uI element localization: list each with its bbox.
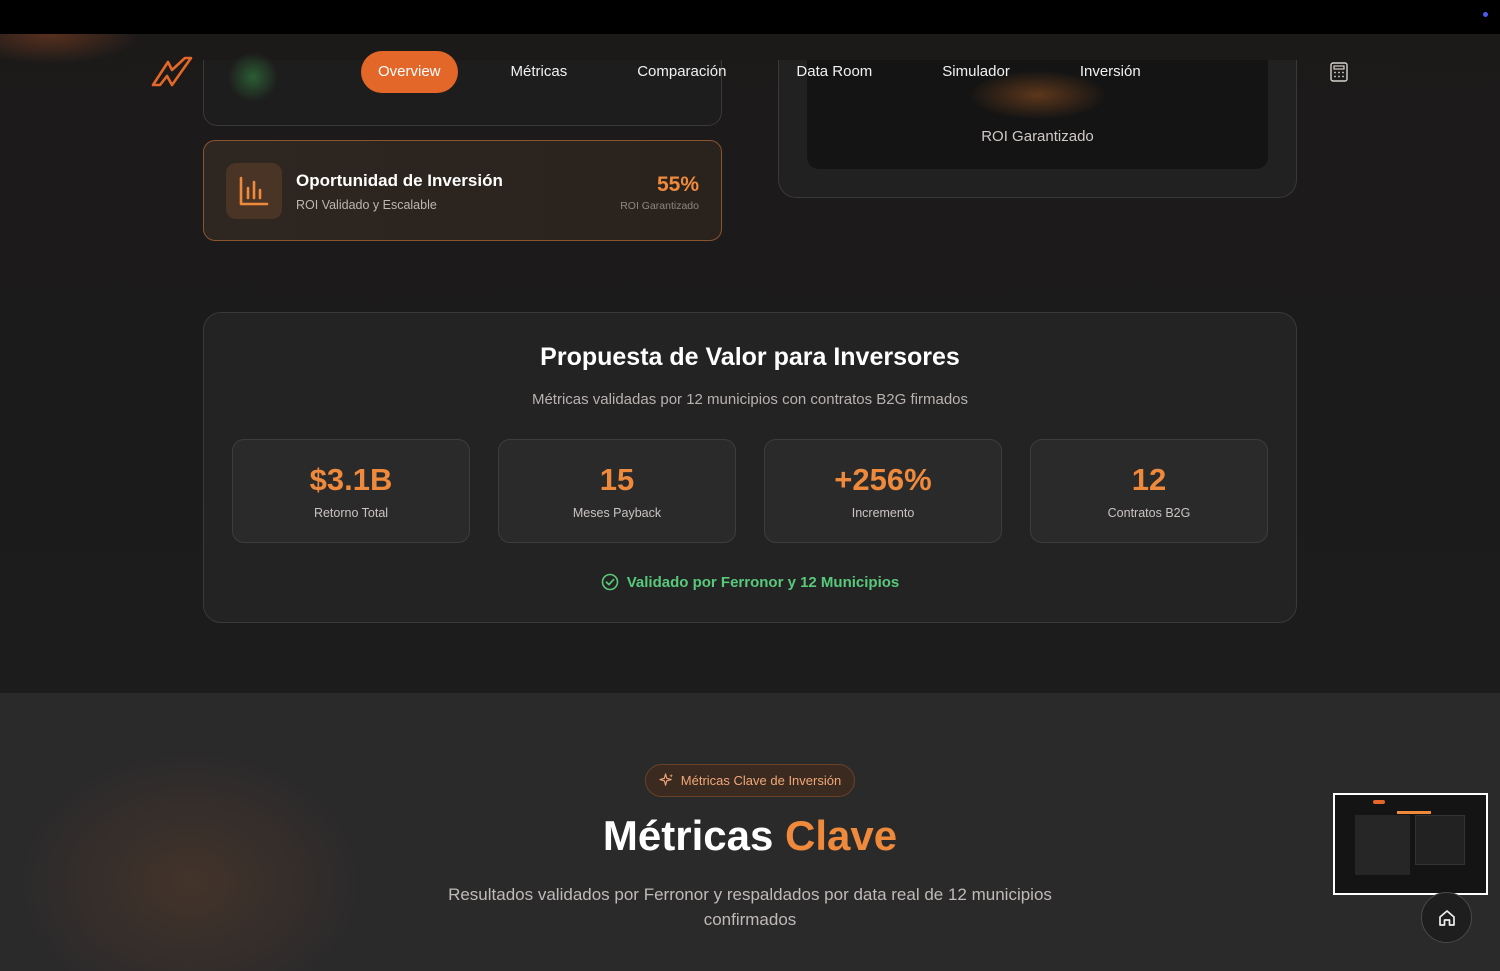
stat-value: +256%	[834, 462, 932, 497]
value-proposition-subtitle: Métricas validadas por 12 municipios con…	[531, 391, 969, 408]
stat-card: 15 Meses Payback	[498, 439, 736, 543]
stat-card: 12 Contratos B2G	[1030, 439, 1268, 543]
stat-label: Meses Payback	[572, 506, 662, 520]
value-proposition-card: Propuesta de Valor para Inversores Métri…	[203, 312, 1297, 623]
stat-label: Retorno Total	[313, 506, 389, 520]
preview-heading	[1397, 811, 1431, 814]
metrics-title: Métricas Clave	[0, 812, 1500, 860]
nav-item-metricas[interactable]: Métricas	[511, 51, 568, 93]
top-navigation: Overview Métricas Comparación Data Room …	[0, 34, 1500, 110]
nav-item-simulador[interactable]: Simulador	[942, 51, 1010, 93]
opportunity-percent-label: ROI Garantizado	[620, 200, 699, 212]
preview-left-column	[1355, 815, 1410, 875]
stat-label: Contratos B2G	[1107, 506, 1191, 520]
window-top-bar	[0, 0, 1500, 34]
metrics-badge-label: Métricas Clave de Inversión	[680, 773, 842, 788]
stat-value: $3.1B	[309, 462, 393, 497]
preview-right-card	[1415, 815, 1465, 865]
opportunity-subtitle: ROI Validado y Escalable	[296, 198, 437, 212]
stat-card: $3.1B Retorno Total	[232, 439, 470, 543]
nav-item-data-room[interactable]: Data Room	[796, 51, 872, 93]
stat-card: +256% Incremento	[764, 439, 1002, 543]
stat-label: Incremento	[851, 506, 915, 520]
sparkle-icon	[659, 773, 673, 786]
metrics-title-plain: Métricas	[602, 812, 774, 859]
preview-nav-pill	[1373, 800, 1385, 804]
opportunity-percent: 55%	[656, 173, 699, 196]
validation-text: Validado por Ferronor y 12 Municipios	[626, 573, 900, 591]
stat-value: 12	[1131, 462, 1167, 497]
bar-chart-icon	[226, 163, 282, 219]
nav-items: Overview Métricas Comparación Data Room …	[361, 51, 1141, 93]
metrics-badge: Métricas Clave de Inversión	[645, 764, 855, 797]
validation-line: Validado por Ferronor y 12 Municipios	[204, 573, 1296, 591]
home-button[interactable]	[1421, 892, 1472, 943]
stat-value: 15	[599, 462, 635, 497]
opportunity-title: Oportunidad de Inversión	[296, 171, 503, 190]
status-dot	[1483, 12, 1488, 17]
metrics-subtitle: Resultados validados por Ferronor y resp…	[448, 885, 1052, 929]
metrics-title-accent: Clave	[785, 812, 898, 859]
nav-item-overview[interactable]: Overview	[361, 51, 458, 93]
value-proposition-title: Propuesta de Valor para Inversores	[540, 343, 960, 371]
page-preview-thumbnail[interactable]	[1333, 793, 1488, 895]
calculator-icon[interactable]	[1330, 62, 1348, 82]
nav-item-comparacion[interactable]: Comparación	[637, 51, 726, 93]
brand-logo[interactable]	[150, 54, 198, 90]
home-icon	[1438, 909, 1455, 926]
opportunity-card[interactable]: Oportunidad de Inversión ROI Validado y …	[203, 140, 722, 241]
roi-label: ROI Garantizado	[981, 128, 1094, 145]
nav-item-inversion[interactable]: Inversión	[1080, 51, 1141, 93]
check-circle-icon	[601, 573, 619, 591]
